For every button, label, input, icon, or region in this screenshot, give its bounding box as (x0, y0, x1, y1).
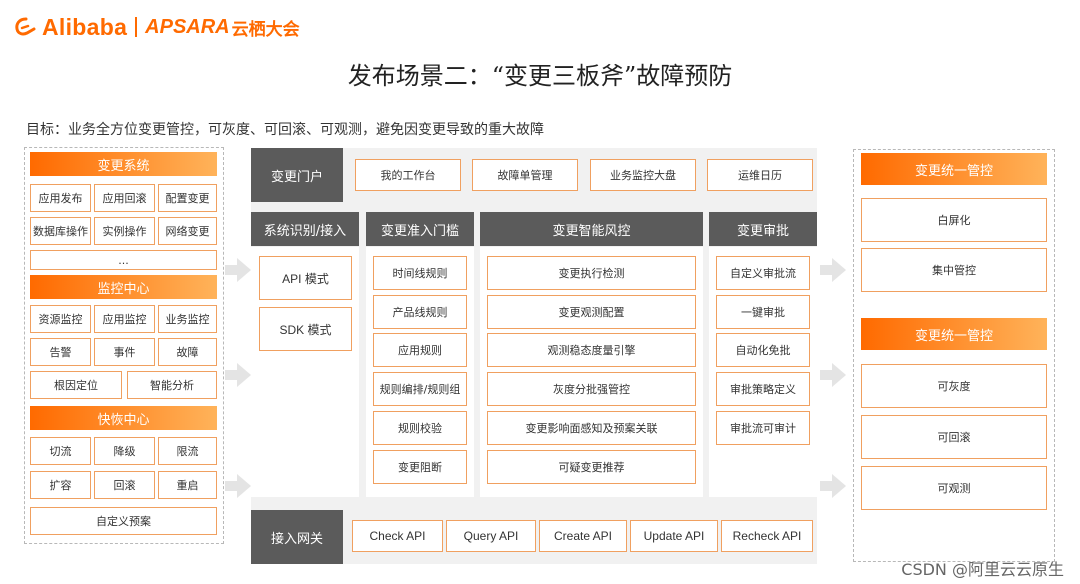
unified-control-item[interactable]: 白屏化 (861, 198, 1047, 242)
approval-title: 变更审批 (709, 212, 817, 246)
arrow-right-icon (225, 363, 251, 387)
risk-item[interactable]: 灰度分批强管控 (487, 372, 696, 406)
recovery-center-item[interactable]: 切流 (30, 437, 91, 465)
identify-item[interactable]: SDK 模式 (259, 307, 352, 351)
monitor-center-item[interactable]: 业务监控 (158, 305, 217, 333)
portal-item[interactable]: 运维日历 (707, 159, 813, 191)
change-system-item[interactable]: 网络变更 (158, 217, 217, 245)
unified-control-item[interactable]: 可灰度 (861, 364, 1047, 408)
recovery-center-item[interactable]: 限流 (158, 437, 217, 465)
admission-item[interactable]: 时间线规则 (373, 256, 467, 290)
recovery-center-title: 快恢中心 (30, 406, 217, 430)
approval-item[interactable]: 审批策略定义 (716, 372, 810, 406)
recovery-center-item[interactable]: 扩容 (30, 471, 91, 499)
monitor-center-item[interactable]: 故障 (158, 338, 217, 366)
change-system-item[interactable]: 数据库操作 (30, 217, 91, 245)
gateway-api[interactable]: Query API (446, 520, 536, 552)
admission-item[interactable]: 变更阻断 (373, 450, 467, 484)
monitor-center-item[interactable]: 智能分析 (127, 371, 217, 399)
admission-item[interactable]: 规则编排/规则组 (373, 372, 467, 406)
recovery-center-item[interactable]: 重启 (158, 471, 217, 499)
approval-item[interactable]: 一键审批 (716, 295, 810, 329)
monitor-center-item[interactable]: 应用监控 (94, 305, 155, 333)
unified-control-item[interactable]: 可观测 (861, 466, 1047, 510)
portal-item[interactable]: 故障单管理 (472, 159, 578, 191)
csdn-watermark: CSDN @阿里云云原生 (901, 560, 1064, 579)
unified-control-title-2: 变更统一管控 (861, 318, 1047, 350)
admission-item[interactable]: 规则校验 (373, 411, 467, 445)
monitor-center-item[interactable]: 告警 (30, 338, 91, 366)
logo-yunqi-text: 云栖大会 (231, 19, 300, 40)
arrow-right-icon (820, 474, 846, 498)
approval-item[interactable]: 自动化免批 (716, 333, 810, 367)
risk-title: 变更智能风控 (480, 212, 703, 246)
unified-control-item[interactable]: 可回滚 (861, 415, 1047, 459)
monitor-center-title: 监控中心 (30, 275, 217, 299)
recovery-center-item[interactable]: 降级 (94, 437, 155, 465)
alibaba-apsara-logo: Alibaba APSARA 云栖大会 (14, 12, 300, 42)
admission-title: 变更准入门槛 (366, 212, 474, 246)
change-system-more[interactable]: ... (30, 250, 217, 270)
approval-item[interactable]: 自定义审批流 (716, 256, 810, 290)
admission-item[interactable]: 产品线规则 (373, 295, 467, 329)
arrow-right-icon (820, 363, 846, 387)
alibaba-logo-icon (15, 17, 36, 36)
arrow-right-icon (820, 258, 846, 282)
logo-alibaba-text: Alibaba (42, 13, 128, 40)
identify-item[interactable]: API 模式 (259, 256, 352, 300)
change-system-item[interactable]: 实例操作 (94, 217, 155, 245)
monitor-center-item[interactable]: 资源监控 (30, 305, 91, 333)
identify-title: 系统识别/接入 (251, 212, 359, 246)
portal-title: 变更门户 (251, 148, 343, 202)
arrow-right-icon (225, 474, 251, 498)
change-system-item[interactable]: 配置变更 (158, 184, 217, 212)
admission-item[interactable]: 应用规则 (373, 333, 467, 367)
gateway-api[interactable]: Create API (539, 520, 627, 552)
logo-apsara-text: APSARA (145, 15, 230, 38)
recovery-center-custom-plan[interactable]: 自定义预案 (30, 507, 217, 535)
risk-item[interactable]: 观测稳态度量引擎 (487, 333, 696, 367)
change-system-title: 变更系统 (30, 152, 217, 176)
approval-item[interactable]: 审批流可审计 (716, 411, 810, 445)
logo-divider (135, 17, 138, 37)
change-system-item[interactable]: 应用发布 (30, 184, 91, 212)
gateway-api[interactable]: Check API (352, 520, 443, 552)
monitor-center-item[interactable]: 事件 (94, 338, 155, 366)
risk-item[interactable]: 变更影响面感知及预案关联 (487, 411, 696, 445)
goal-text: 目标：业务全方位变更管控，可灰度、可回滚、可观测，避免因变更导致的重大故障 (26, 122, 544, 138)
arrow-right-icon (225, 258, 251, 282)
portal-item[interactable]: 业务监控大盘 (590, 159, 696, 191)
change-system-item[interactable]: 应用回滚 (94, 184, 155, 212)
risk-item[interactable]: 可疑变更推荐 (487, 450, 696, 484)
gateway-title: 接入网关 (251, 510, 343, 564)
unified-control-title-1: 变更统一管控 (861, 153, 1047, 185)
monitor-center-item[interactable]: 根因定位 (30, 371, 122, 399)
portal-item[interactable]: 我的工作台 (355, 159, 461, 191)
risk-item[interactable]: 变更执行检测 (487, 256, 696, 290)
gateway-api[interactable]: Recheck API (721, 520, 813, 552)
risk-item[interactable]: 变更观测配置 (487, 295, 696, 329)
page-title: 发布场景二：“变更三板斧”故障预防 (347, 62, 733, 90)
recovery-center-item[interactable]: 回滚 (94, 471, 155, 499)
unified-control-item[interactable]: 集中管控 (861, 248, 1047, 292)
gateway-api[interactable]: Update API (630, 520, 718, 552)
